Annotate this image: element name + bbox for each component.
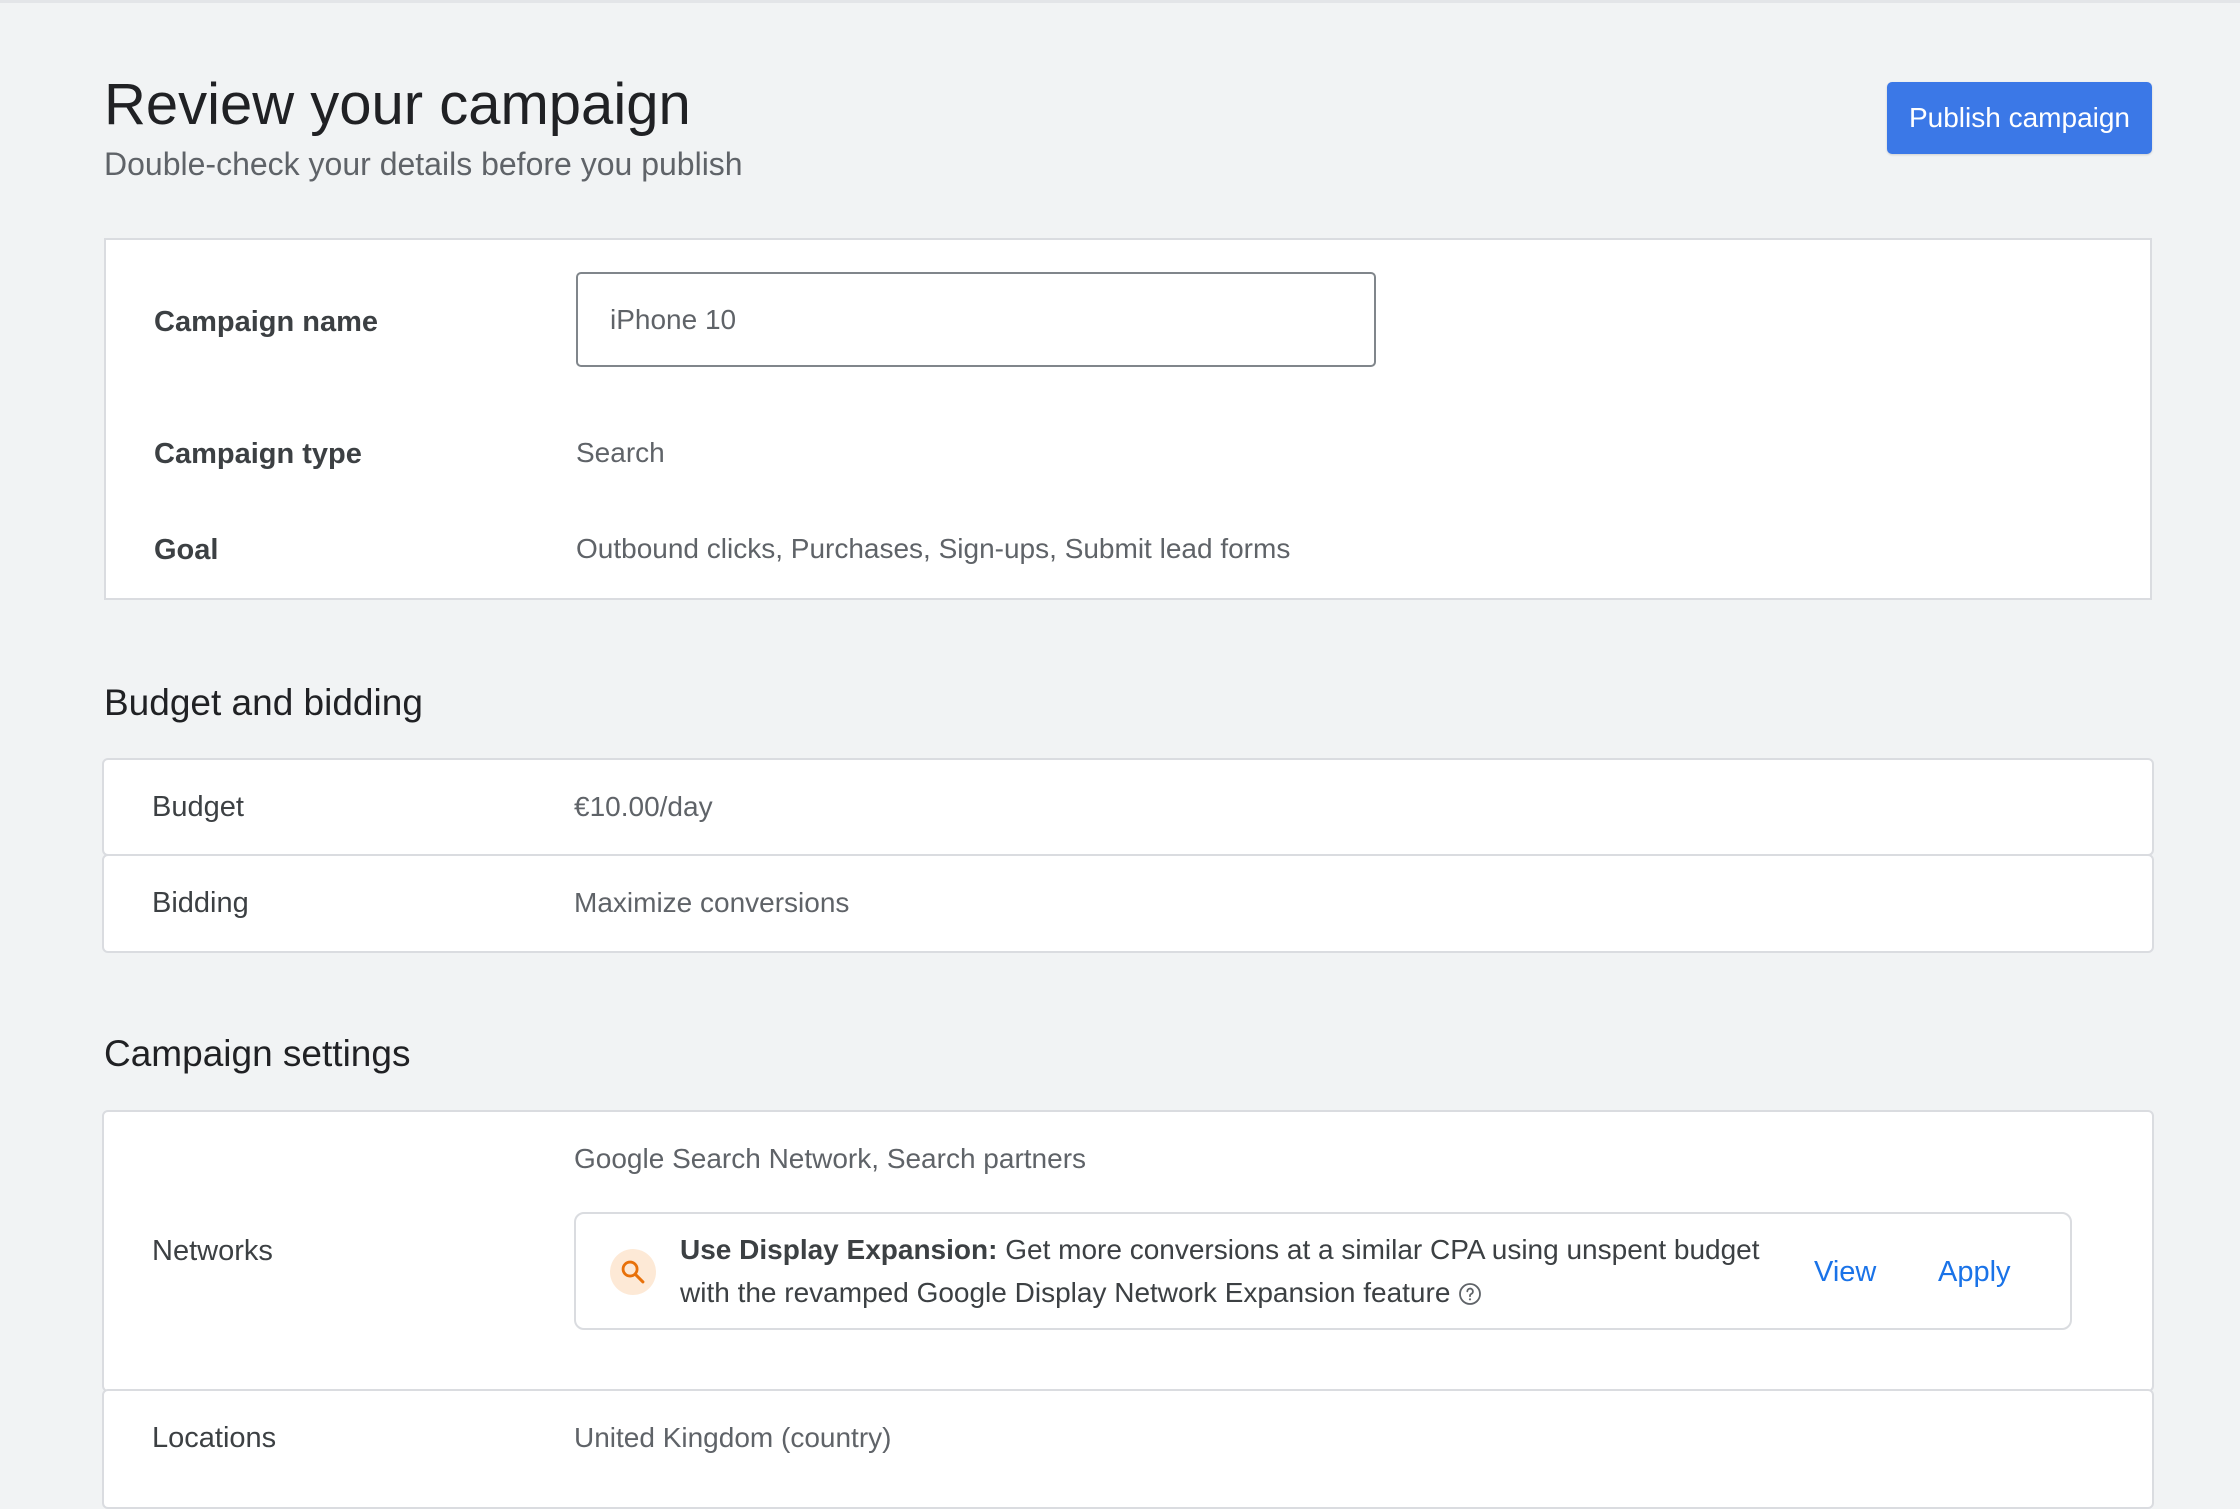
- publish-campaign-button[interactable]: Publish campaign: [1887, 82, 2152, 154]
- search-icon: [610, 1249, 656, 1295]
- campaign-name-label: Campaign name: [154, 306, 378, 338]
- top-divider: [0, 0, 2240, 3]
- apply-recommendation-button[interactable]: Apply: [1938, 1254, 2011, 1290]
- networks-label: Networks: [152, 1235, 273, 1267]
- settings-section-title: Campaign settings: [104, 1033, 411, 1074]
- budget-label: Budget: [152, 791, 244, 823]
- campaign-name-input[interactable]: [576, 272, 1376, 367]
- networks-value: Google Search Network, Search partners: [574, 1143, 1087, 1174]
- locations-label: Locations: [152, 1422, 277, 1454]
- recommendation-title: Use Display Expansion:: [680, 1234, 998, 1265]
- view-recommendation-button[interactable]: View: [1814, 1254, 1876, 1290]
- goal-value: Outbound clicks, Purchases, Sign-ups, Su…: [576, 533, 1291, 564]
- page-title: Review your campaign: [104, 72, 691, 137]
- budget-row[interactable]: [102, 758, 2154, 856]
- campaign-type-value: Search: [576, 437, 665, 468]
- recommendation-text: Use Display Expansion: Get more conversi…: [680, 1228, 1790, 1314]
- help-icon[interactable]: [1458, 1275, 1482, 1305]
- locations-row[interactable]: [102, 1389, 2154, 1509]
- locations-value: United Kingdom (country): [574, 1422, 892, 1453]
- bidding-row[interactable]: [102, 854, 2154, 953]
- budget-section-title: Budget and bidding: [104, 682, 423, 723]
- bidding-value: Maximize conversions: [574, 887, 850, 918]
- budget-value: €10.00/day: [574, 791, 713, 822]
- bidding-label: Bidding: [152, 887, 249, 919]
- display-expansion-recommendation: Use Display Expansion: Get more conversi…: [574, 1212, 2072, 1330]
- page-subtitle: Double-check your details before you pub…: [104, 146, 743, 182]
- goal-label: Goal: [154, 534, 219, 566]
- campaign-type-label: Campaign type: [154, 438, 362, 470]
